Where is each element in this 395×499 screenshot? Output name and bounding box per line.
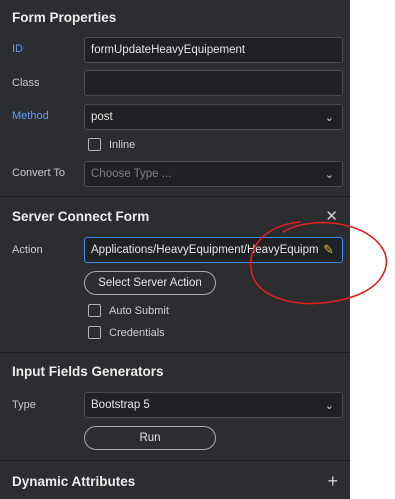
chevron-down-icon: ⌄	[324, 399, 334, 412]
section-divider	[0, 352, 350, 353]
credentials-label: Credentials	[109, 326, 165, 339]
credentials-row[interactable]: Credentials	[88, 326, 165, 339]
select-server-action-button[interactable]: Select Server Action	[84, 271, 216, 295]
close-icon[interactable]: ✕	[325, 207, 338, 225]
form-properties-title: Form Properties	[12, 9, 117, 25]
class-label: Class	[12, 77, 40, 89]
section-divider	[0, 196, 350, 197]
select-server-action-label: Select Server Action	[98, 277, 202, 289]
id-label: ID	[12, 43, 23, 55]
chevron-down-icon: ⌄	[324, 168, 334, 181]
run-button[interactable]: Run	[84, 426, 216, 450]
input-fields-header: Input Fields Generators	[0, 360, 350, 382]
method-select[interactable]: post ⌄	[84, 104, 343, 130]
id-input[interactable]: formUpdateHeavyEquipement	[84, 37, 343, 63]
method-select-value: post	[91, 111, 113, 123]
pencil-icon[interactable]: ✎	[319, 242, 334, 258]
dynamic-attributes-title: Dynamic Attributes	[12, 473, 136, 489]
auto-submit-row[interactable]: Auto Submit	[88, 304, 169, 317]
action-input-value: Applications/HeavyEquipment/HeavyEquipme…	[91, 244, 320, 256]
plus-icon[interactable]: +	[327, 471, 338, 492]
convert-to-placeholder: Choose Type ...	[91, 168, 172, 180]
properties-panel: Form Properties ID formUpdateHeavyEquipe…	[0, 0, 350, 499]
type-select[interactable]: Bootstrap 5 ⌄	[84, 392, 343, 418]
inline-checkbox[interactable]	[88, 138, 101, 151]
auto-submit-checkbox[interactable]	[88, 304, 101, 317]
auto-submit-label: Auto Submit	[109, 304, 169, 317]
type-select-value: Bootstrap 5	[91, 399, 150, 411]
chevron-down-icon: ⌄	[324, 111, 334, 124]
server-connect-header: Server Connect Form ✕	[0, 205, 350, 227]
form-properties-header: Form Properties	[0, 6, 350, 28]
action-input[interactable]: Applications/HeavyEquipment/HeavyEquipme…	[84, 237, 343, 263]
type-label: Type	[12, 399, 36, 411]
run-button-label: Run	[139, 432, 161, 444]
id-input-value: formUpdateHeavyEquipement	[91, 44, 246, 56]
inline-label: Inline	[109, 138, 136, 151]
dynamic-attributes-header: Dynamic Attributes +	[0, 470, 350, 492]
convert-to-label: Convert To	[12, 167, 65, 179]
section-divider	[0, 460, 350, 461]
input-fields-title: Input Fields Generators	[12, 363, 164, 379]
inline-checkbox-row[interactable]: Inline	[88, 138, 135, 151]
convert-to-select[interactable]: Choose Type ... ⌄	[84, 161, 343, 187]
class-input[interactable]	[84, 70, 343, 96]
method-label: Method	[12, 110, 49, 122]
server-connect-title: Server Connect Form	[12, 208, 150, 224]
action-label: Action	[12, 244, 43, 256]
credentials-checkbox[interactable]	[88, 326, 101, 339]
